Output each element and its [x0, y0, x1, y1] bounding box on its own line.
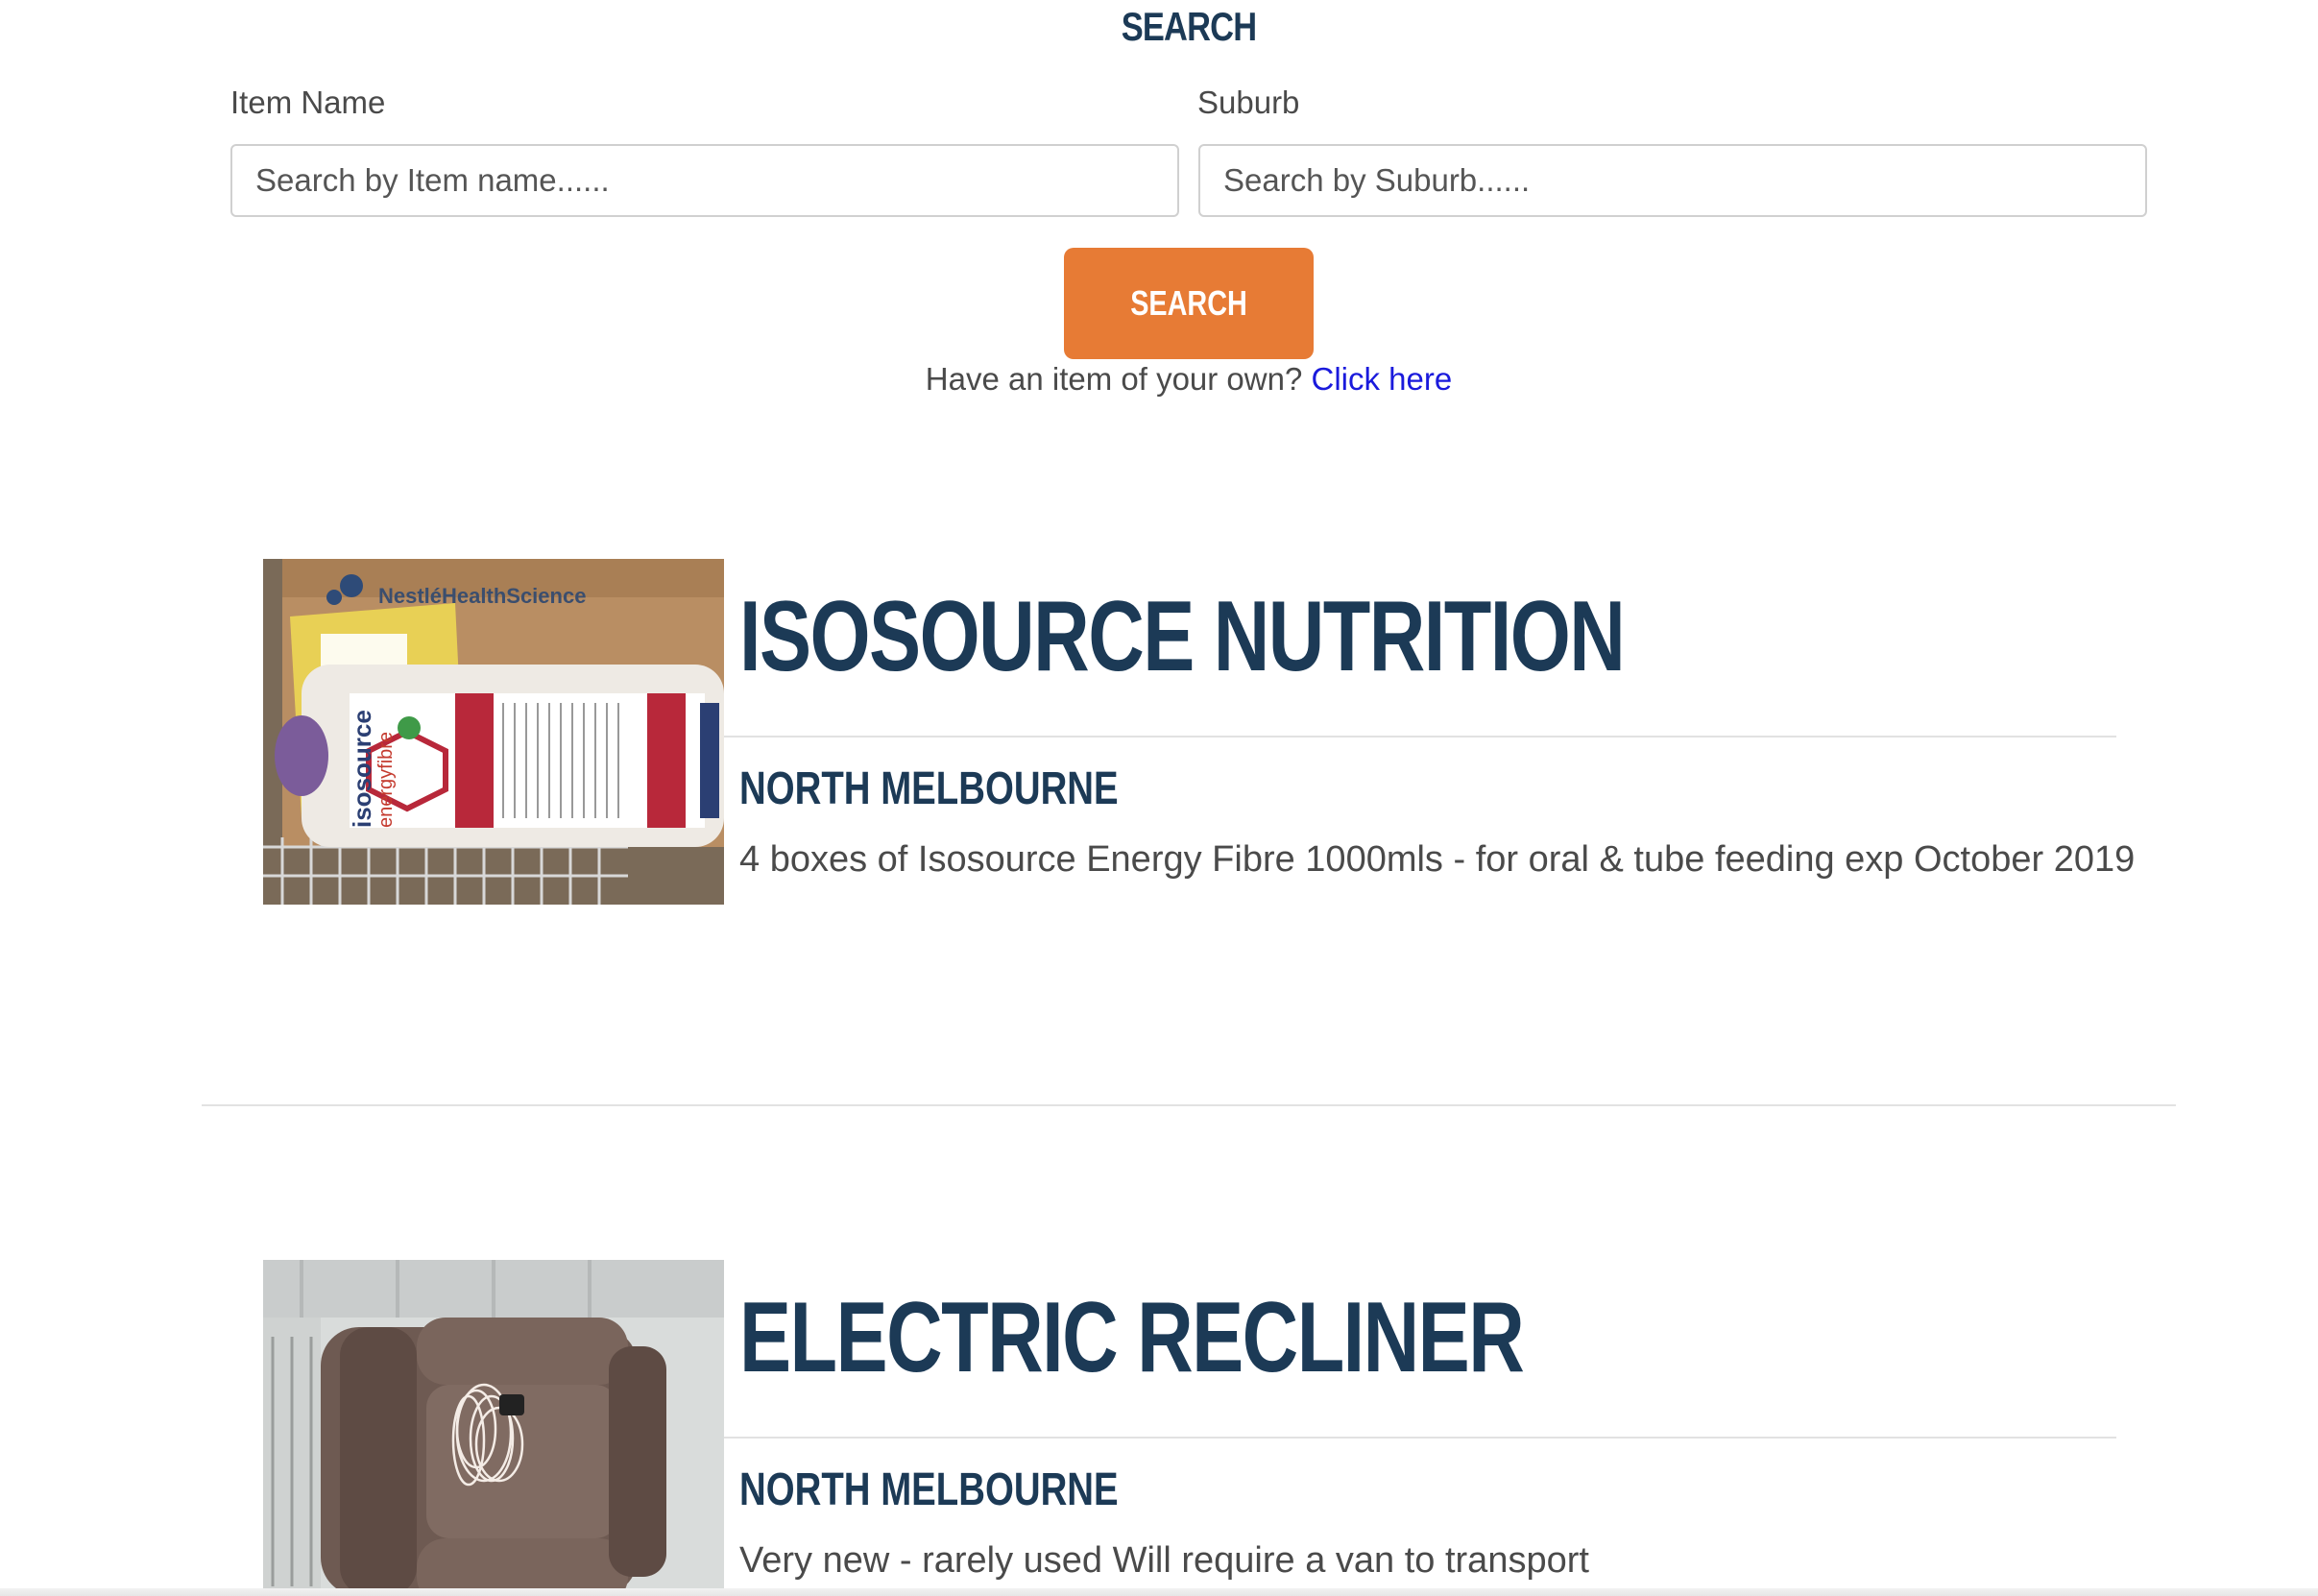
- listing-suburb: NORTH MELBOURNE: [739, 763, 1119, 814]
- title-divider: [724, 736, 2116, 738]
- svg-text:energyfibre: energyfibre: [375, 732, 397, 828]
- click-here-link[interactable]: Click here: [1312, 361, 1453, 397]
- svg-text:NestléHealthScience: NestléHealthScience: [378, 584, 586, 608]
- listing-title[interactable]: ISOSOURCE NUTRITION: [739, 580, 1626, 694]
- page: SEARCH Item Name Suburb SEARCH Have an i…: [0, 0, 2318, 1596]
- listing-divider: [202, 1104, 2176, 1106]
- own-item-prompt: Have an item of your own? Click here: [0, 361, 2318, 398]
- item-name-label: Item Name: [230, 85, 386, 120]
- own-item-text: Have an item of your own?: [925, 361, 1303, 397]
- search-heading: SEARCH: [1121, 4, 1257, 49]
- title-divider: [724, 1437, 2116, 1439]
- listing-photo[interactable]: NestléHealthScience isosource energyfibr…: [263, 559, 724, 905]
- search-button[interactable]: SEARCH: [1064, 248, 1314, 359]
- scroll-shadow: [0, 1588, 2318, 1596]
- listing-title[interactable]: ELECTRIC RECLINER: [739, 1281, 1525, 1395]
- search-button-label: SEARCH: [1130, 283, 1247, 323]
- listing-description: 4 boxes of Isosource Energy Fibre 1000ml…: [739, 839, 2136, 880]
- item-name-input[interactable]: [230, 144, 1179, 217]
- listing-suburb: NORTH MELBOURNE: [739, 1464, 1119, 1515]
- suburb-label: Suburb: [1197, 85, 1300, 120]
- suburb-input[interactable]: [1198, 144, 2147, 217]
- svg-text:isosource: isosource: [348, 710, 376, 828]
- listing-photo[interactable]: [263, 1260, 724, 1596]
- listing-description: Very new - rarely used Will require a va…: [739, 1540, 1589, 1581]
